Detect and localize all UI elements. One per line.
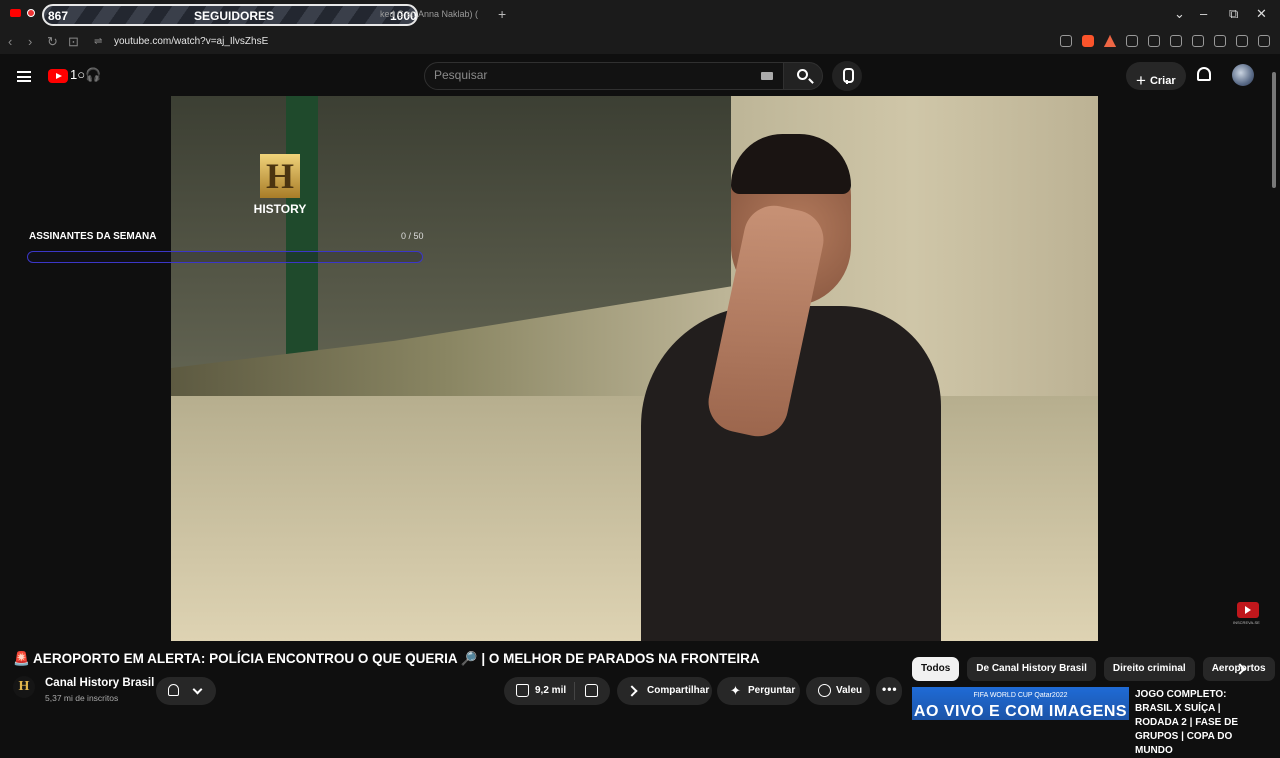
history-logo: H HISTORY: [253, 154, 307, 216]
search-input[interactable]: [434, 68, 734, 82]
minimize-icon[interactable]: –: [1200, 6, 1207, 21]
magnifier-emoji-icon: 🔎: [460, 651, 478, 666]
follower-current: 867: [48, 9, 69, 23]
keyboard-icon[interactable]: [761, 72, 773, 80]
more-actions-button[interactable]: •••: [876, 677, 902, 705]
doodle-logo[interactable]: 1○🎧: [70, 67, 101, 83]
close-window-icon[interactable]: ✕: [1256, 6, 1267, 22]
subscription-bell-button[interactable]: [156, 677, 216, 705]
tab-list-chevron-icon[interactable]: ⌄: [1174, 6, 1185, 22]
create-button[interactable]: + Criar: [1126, 62, 1186, 90]
maximize-icon[interactable]: ⧉: [1229, 6, 1238, 22]
scrollbar-thumb[interactable]: [1272, 72, 1276, 188]
sidebar-icon[interactable]: [1170, 35, 1182, 47]
share-label: Compartilhar: [647, 685, 710, 696]
page-scrollbar[interactable]: [1270, 62, 1278, 720]
like-icon[interactable]: [516, 684, 529, 697]
siren-icon: 🚨: [13, 651, 30, 666]
recommended-title[interactable]: JOGO COMPLETO: BRASIL X SUÍÇA | RODADA 2…: [1135, 688, 1265, 758]
video-title: 🚨 AEROPORTO EM ALERTA: POLÍCIA ENCONTROU…: [13, 651, 760, 666]
extension-toolbar: [1060, 35, 1270, 47]
ask-label: Perguntar: [748, 685, 796, 696]
subs-goal-count: 0 / 50: [401, 231, 424, 241]
dislike-icon[interactable]: [585, 684, 598, 697]
voice-search-icon[interactable]: [832, 61, 862, 91]
browser-tab-bar: 867 SEGUIDORES 1000 ked G st. Anna Nakla…: [0, 0, 1280, 30]
youtube-header: 1○🎧 +Criar: [0, 54, 1280, 96]
wallet-icon[interactable]: [1192, 35, 1204, 47]
more-icon: •••: [882, 682, 898, 696]
search-button[interactable]: [783, 62, 823, 90]
avatar[interactable]: [1232, 64, 1254, 86]
chevron-down-icon: [192, 684, 203, 695]
history-h-icon: H: [260, 154, 300, 198]
leo-icon[interactable]: [1214, 35, 1226, 47]
youtube-favicon-icon[interactable]: [10, 9, 21, 17]
chip-channel[interactable]: De Canal History Brasil: [967, 657, 1096, 681]
notifications-icon[interactable]: [1197, 67, 1211, 81]
like-dislike-group: 9,2 mil: [504, 677, 610, 705]
brave-shield-icon[interactable]: [1082, 35, 1094, 47]
new-tab-icon[interactable]: +: [498, 6, 506, 22]
reload-icon[interactable]: ↻: [47, 34, 58, 50]
video-player[interactable]: H HISTORY: [171, 96, 1098, 641]
thanks-label: Valeu: [836, 685, 863, 696]
vpn-icon[interactable]: [1236, 35, 1248, 47]
share-button[interactable]: Compartilhar: [617, 677, 712, 705]
browser-tab-title[interactable]: ked G st. Anna Naklab) (: [380, 9, 478, 19]
like-count[interactable]: 9,2 mil: [535, 685, 566, 696]
subs-goal-progress-bar: [27, 251, 423, 263]
search-icon: [797, 69, 808, 80]
recording-icon: [27, 9, 35, 17]
subscribe-watermark-icon[interactable]: [1237, 602, 1259, 618]
thumbnail-caption: AO VIVO E COM IMAGENS: [913, 703, 1128, 720]
forward-icon[interactable]: ›: [28, 34, 32, 49]
world-cup-logo: FIFA WORLD CUP Qatar2022: [973, 692, 1068, 699]
create-label: Criar: [1149, 75, 1176, 87]
channel-avatar[interactable]: H: [13, 676, 35, 698]
search-box[interactable]: [424, 62, 786, 90]
url-field[interactable]: youtube.com/watch?v=aj_IlvsZhsE: [114, 36, 268, 47]
subs-goal-label: ASSINANTES DA SEMANA: [29, 231, 157, 242]
sparkle-icon: ✦: [730, 683, 741, 698]
follower-goal-overlay: 867 SEGUIDORES 1000: [42, 4, 418, 26]
channel-name[interactable]: Canal History Brasil: [45, 677, 154, 689]
youtube-logo[interactable]: [48, 69, 68, 83]
chip-criminal-law[interactable]: Direito criminal: [1103, 657, 1195, 681]
thanks-button[interactable]: Valeu: [806, 677, 870, 705]
bell-icon: [168, 684, 179, 696]
guide-menu-icon[interactable]: [17, 71, 31, 82]
share-icon: [626, 685, 638, 697]
cast-icon[interactable]: [1060, 35, 1072, 47]
back-icon[interactable]: ‹: [8, 34, 12, 49]
site-info-icon[interactable]: ⇌: [94, 36, 102, 47]
extension-icon[interactable]: [1126, 35, 1138, 47]
watermark-text: INSCREVA-SE: [1233, 620, 1260, 625]
music-icon[interactable]: [1148, 35, 1160, 47]
browser-address-bar: ‹ › ↻ ⊡ ⇌ youtube.com/watch?v=aj_IlvsZhs…: [0, 30, 1280, 54]
plus-icon: +: [1136, 71, 1146, 90]
recommended-thumbnail[interactable]: FIFA WORLD CUP Qatar2022 AO VIVO E COM I…: [912, 687, 1129, 720]
filter-chips: Todos De Canal History Brasil Direito cr…: [912, 657, 1275, 681]
menu-icon[interactable]: [1258, 35, 1270, 47]
subscriber-count: 5,37 mi de inscritos: [45, 693, 119, 703]
ask-button[interactable]: ✦ Perguntar: [717, 677, 800, 705]
follower-label: SEGUIDORES: [194, 9, 275, 23]
super-thanks-icon: [818, 684, 831, 697]
rewards-icon[interactable]: [1104, 35, 1116, 47]
bookmark-icon[interactable]: ⊡: [68, 34, 79, 50]
chip-todos[interactable]: Todos: [912, 657, 960, 681]
